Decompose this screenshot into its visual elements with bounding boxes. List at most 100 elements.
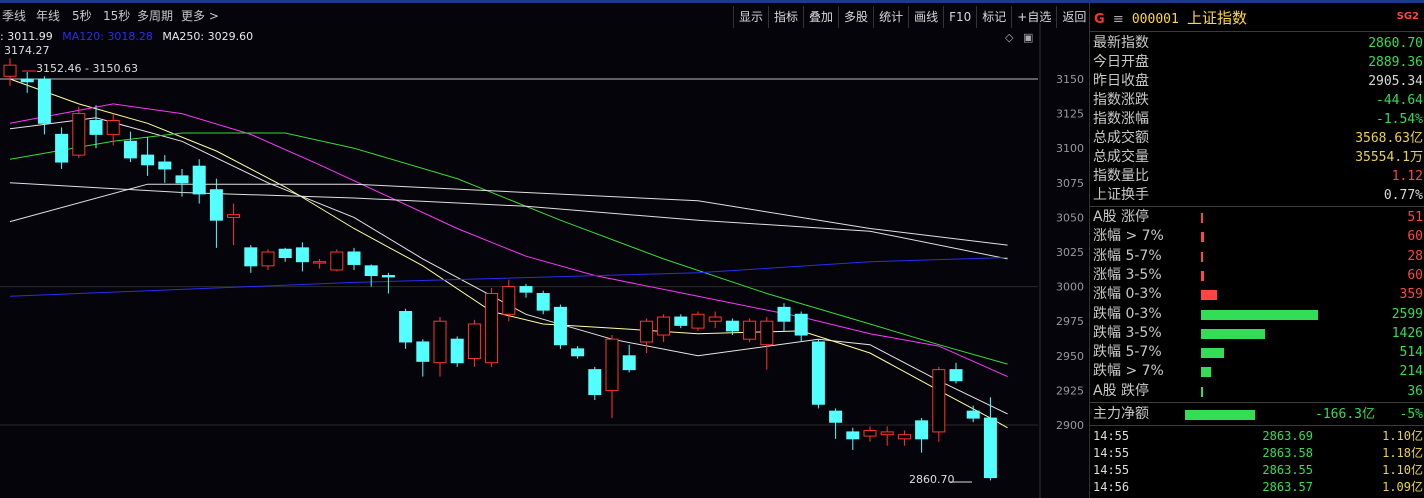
candle-body — [829, 410, 843, 423]
candle-body — [966, 410, 980, 419]
breadth-value: 359 — [1399, 287, 1423, 303]
stat-value: 35554.1万 — [1355, 150, 1423, 165]
candle-body — [691, 313, 705, 329]
net-flow-label: 主力净额 — [1093, 406, 1149, 422]
quote-header: G ≡ 000001 上证指数 — [1094, 7, 1247, 28]
tick-amount: 1.10亿 — [1382, 429, 1423, 443]
breadth-bar — [1201, 232, 1204, 243]
divider — [1090, 402, 1424, 403]
candle-body — [433, 320, 447, 364]
range-label: 3152.46 - 3150.63 — [36, 62, 138, 75]
breadth-label: 涨幅 0-3% — [1093, 286, 1162, 303]
candle-body — [519, 286, 533, 293]
breadth-row: 跌幅 0-3% 2599 — [1093, 305, 1423, 324]
breadth-bar — [1201, 251, 1203, 262]
toolbar-indicator-button[interactable]: 指标 — [768, 6, 803, 28]
tick-price: 2863.57 — [1262, 480, 1313, 494]
candle-body — [416, 341, 430, 362]
candle-body — [502, 286, 516, 315]
toolbar-overlay-button[interactable]: 叠加 — [803, 6, 838, 28]
stat-value: 2905.34 — [1368, 74, 1423, 89]
candle-body — [467, 323, 481, 360]
toolbar-display-button[interactable]: 显示 — [733, 6, 768, 28]
candle-body — [743, 320, 757, 340]
candle-body — [811, 341, 825, 405]
toolbar-mark-button[interactable]: 标记 — [976, 6, 1011, 28]
toolbar-stats-button[interactable]: 统计 — [873, 6, 908, 28]
candle-body — [209, 189, 223, 221]
tick-row[interactable]: 14:55 2863.69 1.10亿 — [1093, 428, 1423, 445]
candle-body — [55, 133, 69, 163]
breadth-value: 28 — [1407, 248, 1423, 264]
tick-price: 2863.58 — [1262, 446, 1313, 460]
ma-legend-item: MA120: 3018.28 — [62, 30, 153, 43]
kline-svg[interactable]: 3150 3125 3100 3075 3050 3025 3000 2975 2950 2925… — [0, 3, 1088, 498]
tab-season[interactable]: 季线 — [2, 7, 26, 24]
y-tick-label: 3000 — [1056, 281, 1084, 294]
breadth-row: 跌幅 > 7% 214 — [1093, 362, 1423, 381]
toolbar-draw-button[interactable]: 画线 — [908, 6, 943, 28]
candle-body — [588, 369, 602, 396]
quote-panel: G ≡ 000001 上证指数 SG2 最新指数 2860.70 今日开盘 2889.… — [1089, 3, 1424, 498]
last-price-label: 2860.70 — [909, 473, 955, 486]
toolbar-add-watchlist-button[interactable]: +自选 — [1011, 6, 1056, 28]
candle-body — [3, 64, 17, 77]
tab-multi-period[interactable]: 多周期 — [137, 7, 173, 24]
y-tick-label: 2950 — [1056, 350, 1084, 363]
candle-body — [949, 369, 963, 382]
y-tick-label: 2975 — [1056, 315, 1084, 328]
candle-body — [622, 355, 636, 371]
tab-5s[interactable]: 5秒 — [72, 7, 92, 24]
tick-row[interactable]: 14:55 2863.55 1.10亿 — [1093, 462, 1423, 479]
tick-time: 14:55 — [1093, 463, 1130, 477]
tab-15s[interactable]: 15秒 — [103, 7, 130, 24]
candle-body — [553, 306, 567, 346]
diamond-icon[interactable]: ◇ — [1005, 31, 1013, 44]
window-icon[interactable]: ▣ — [1023, 31, 1033, 44]
stat-row: 总成交量 35554.1万 — [1093, 148, 1423, 167]
tick-row[interactable]: 14:56 2863.57 1.09亿 — [1093, 479, 1423, 496]
kline-chart[interactable]: 3150 3125 3100 3075 3050 3025 3000 2975 2950 2925… — [0, 3, 1088, 498]
toolbar-back-button[interactable]: 返回 — [1056, 6, 1091, 28]
tick-price: 2863.55 — [1262, 463, 1313, 477]
candle-body — [674, 316, 688, 326]
stat-label: 总成交额 — [1093, 130, 1149, 146]
candle-body — [330, 251, 344, 271]
candle-body — [846, 431, 860, 440]
candle-body — [278, 248, 292, 259]
stat-row: 指数涨跌 -44.64 — [1093, 91, 1423, 110]
stat-label: 今日开盘 — [1093, 54, 1149, 70]
breadth-value: 1426 — [1391, 325, 1423, 341]
candle-body — [657, 316, 671, 336]
candle-body — [37, 78, 51, 124]
y-tick-label: 2900 — [1056, 419, 1084, 432]
breadth-label: 跌幅 3-5% — [1093, 324, 1162, 341]
breadth-bar — [1201, 270, 1204, 281]
ma-line — [9, 182, 1008, 260]
breadth-row: 涨幅 > 7% 60 — [1093, 227, 1423, 246]
breadth-value: 60 — [1407, 229, 1423, 245]
candle-body — [915, 420, 929, 440]
menu-icon[interactable]: ≡ — [1113, 12, 1124, 27]
tab-year[interactable]: 年线 — [36, 7, 60, 24]
ma-legend-item: : 3011.99 — [0, 30, 53, 43]
candle-body — [897, 434, 911, 440]
tab-more[interactable]: 更多 > — [181, 7, 219, 24]
breadth-label: 涨幅 3-5% — [1093, 266, 1162, 283]
candle-body — [364, 265, 378, 277]
ma-line — [9, 183, 1008, 246]
net-flow-value: -166.3亿 — [1315, 407, 1375, 422]
stat-row: 指数涨幅 -1.54% — [1093, 110, 1423, 129]
breadth-label: 跌幅 > 7% — [1093, 363, 1164, 380]
candle-body — [141, 154, 155, 166]
toolbar-multi-stock-button[interactable]: 多股 — [838, 6, 873, 28]
breadth-row: 跌幅 3-5% 1426 — [1093, 324, 1423, 343]
candle-body — [485, 293, 499, 364]
candle-body — [639, 320, 653, 343]
breadth-value: 36 — [1407, 383, 1423, 399]
candle-body — [777, 306, 791, 322]
candle-body — [605, 338, 619, 391]
toolbar-f10-button[interactable]: F10 — [943, 6, 976, 28]
tick-row[interactable]: 14:55 2863.58 1.18亿 — [1093, 445, 1423, 462]
stat-row: 最新指数 2860.70 — [1093, 34, 1423, 53]
